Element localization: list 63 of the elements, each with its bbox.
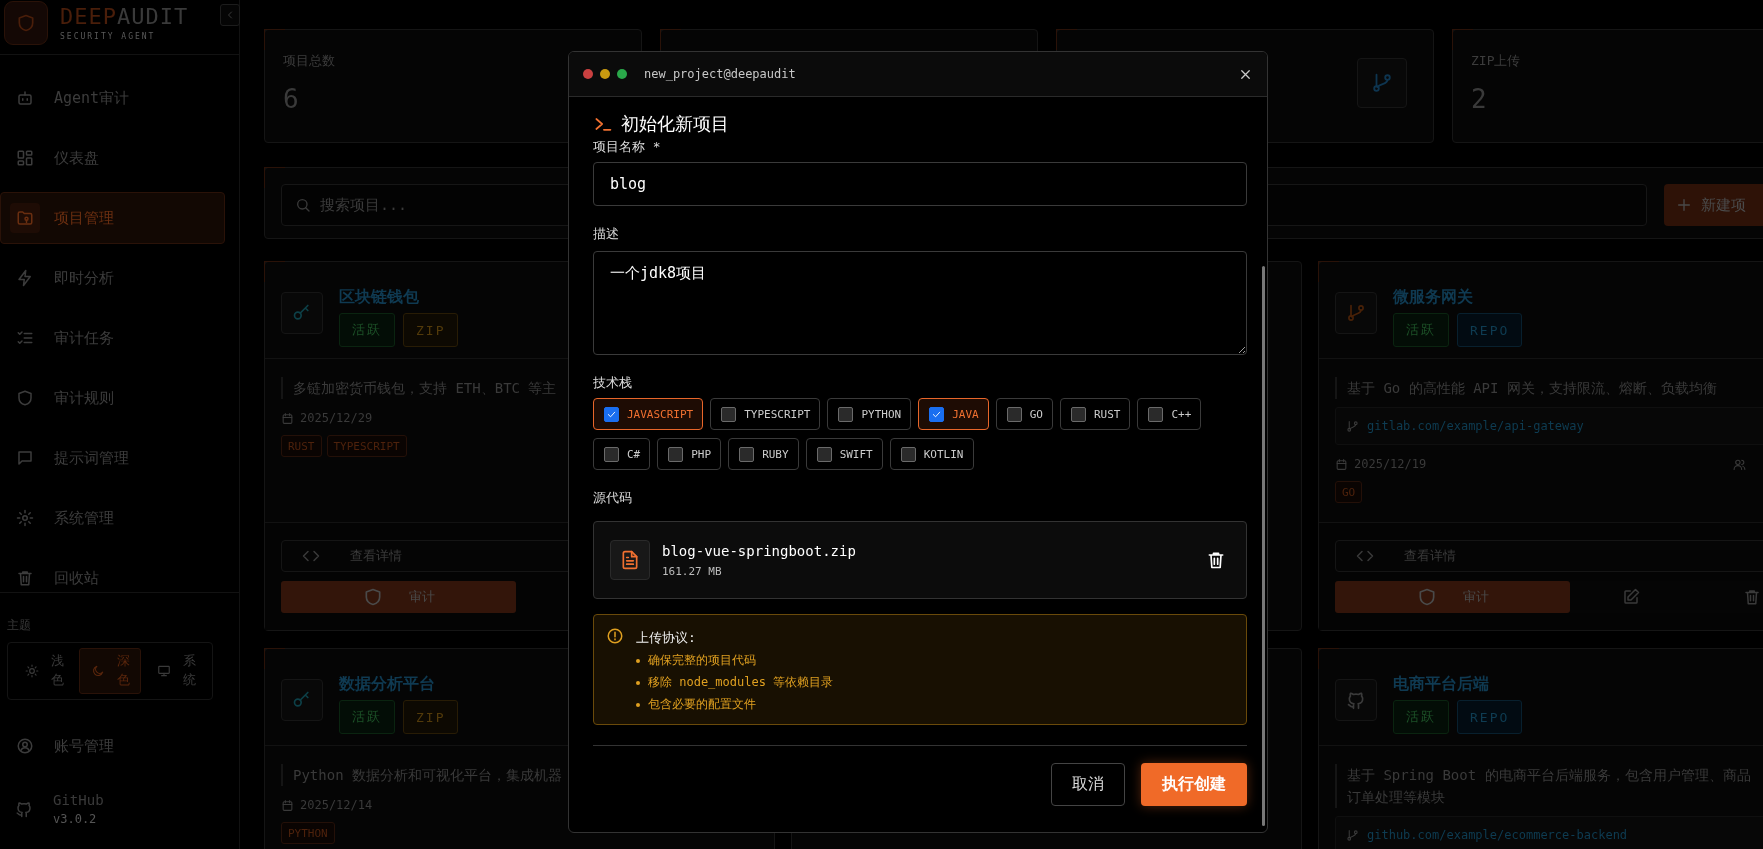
field-label: 技术栈 bbox=[593, 374, 633, 392]
repo-url: github.com/example/ecommerce-backend bbox=[1367, 828, 1628, 842]
nav-item[interactable]: 即时分析 bbox=[0, 252, 225, 304]
tech-option[interactable]: KOTLIN bbox=[889, 438, 974, 470]
project-name-input[interactable]: blog bbox=[593, 162, 1247, 206]
nav-item[interactable]: 审计规则 bbox=[0, 372, 225, 424]
dialog-heading: 初始化新项目 bbox=[621, 112, 729, 136]
field-label: 描述 bbox=[593, 225, 620, 243]
repo-url: gitlab.com/example/api-gateway bbox=[1367, 419, 1584, 433]
status-badge: 活跃 bbox=[339, 700, 395, 734]
dialog-title: new_project@deepaudit bbox=[644, 67, 796, 81]
language-tag: PYTHON bbox=[281, 822, 335, 844]
notice-item: 包含必要的配置文件 bbox=[648, 696, 756, 713]
theme-option[interactable]: 浅色 bbox=[13, 648, 75, 694]
status-badge: 活跃 bbox=[1393, 700, 1449, 734]
github-link[interactable]: GitHub bbox=[53, 792, 104, 808]
description-input[interactable]: 一个jdk8项目 bbox=[593, 251, 1247, 355]
tech-option[interactable]: C++ bbox=[1137, 398, 1202, 430]
field-label: 项目名称 * bbox=[593, 138, 662, 156]
status-badge: 活跃 bbox=[339, 313, 395, 347]
project-title: 区块链钱包 bbox=[339, 287, 420, 307]
nav-item[interactable]: 系统管理 bbox=[0, 492, 225, 544]
language-tag: GO bbox=[1335, 481, 1363, 503]
tech-option[interactable]: C# bbox=[593, 438, 651, 470]
language-tag: RUST bbox=[281, 435, 322, 457]
tech-option[interactable]: RUST bbox=[1059, 398, 1131, 430]
nav-item[interactable]: 仪表盘 bbox=[0, 132, 225, 184]
theme-option[interactable]: 深色 bbox=[79, 648, 141, 694]
nav-item[interactable]: Agent审计 bbox=[0, 72, 225, 124]
source-type-badge: ZIP bbox=[403, 700, 459, 734]
project-title: 电商平台后端 bbox=[1393, 674, 1490, 694]
notice-title: 上传协议: bbox=[636, 629, 697, 647]
nav-item[interactable]: 项目管理 bbox=[0, 192, 225, 244]
cancel-button[interactable]: 取消 bbox=[1051, 763, 1125, 806]
nav-item[interactable]: 账号管理 bbox=[0, 720, 225, 772]
brand-tagline: SECURITY AGENT bbox=[60, 32, 157, 41]
tech-option[interactable]: PHP bbox=[657, 438, 722, 470]
notice-item: 确保完整的项目代码 bbox=[648, 652, 756, 669]
create-button[interactable]: 执行创建 bbox=[1141, 763, 1247, 806]
tech-option[interactable]: GO bbox=[995, 398, 1053, 430]
audit-button[interactable]: 审计 bbox=[281, 581, 516, 613]
tech-option[interactable]: JAVA bbox=[918, 398, 989, 430]
source-type-badge: REPO bbox=[1457, 313, 1523, 347]
source-type-badge: ZIP bbox=[403, 313, 459, 347]
tech-option[interactable]: RUBY bbox=[728, 438, 799, 470]
audit-button[interactable]: 审计 bbox=[1335, 581, 1570, 613]
tech-option[interactable]: PYTHON bbox=[827, 398, 912, 430]
new-project-button[interactable]: 新建项 bbox=[1664, 184, 1763, 226]
nav-item[interactable]: 审计任务 bbox=[0, 312, 225, 364]
field-label: 源代码 bbox=[593, 489, 633, 507]
notice-item: 移除 node_modules 等依赖目录 bbox=[648, 674, 834, 691]
tech-option[interactable]: TYPESCRIPT bbox=[710, 398, 821, 430]
tech-option[interactable]: JAVASCRIPT bbox=[593, 398, 704, 430]
version-label: v3.0.2 bbox=[53, 812, 98, 826]
project-title: 微服务网关 bbox=[1393, 287, 1474, 307]
brand-name: DEEPAUDIT bbox=[60, 5, 189, 29]
source-type-badge: REPO bbox=[1457, 700, 1523, 734]
status-badge: 活跃 bbox=[1393, 313, 1449, 347]
tech-option[interactable]: SWIFT bbox=[805, 438, 883, 470]
language-tag: TYPESCRIPT bbox=[326, 435, 407, 457]
nav-item[interactable]: 提示词管理 bbox=[0, 432, 225, 484]
nav-item[interactable]: 回收站 bbox=[0, 552, 225, 592]
project-title: 数据分析平台 bbox=[339, 674, 436, 694]
